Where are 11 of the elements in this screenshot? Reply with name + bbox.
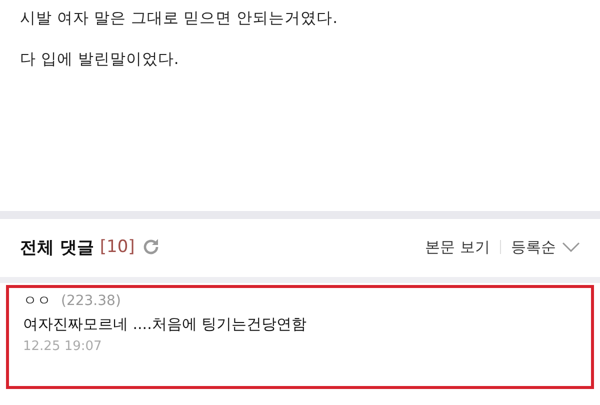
comments-title: 전체 댓글 <box>20 236 94 258</box>
comment-author: ㅇㅇ <box>23 292 51 310</box>
comment-ip: (223.38) <box>61 293 121 309</box>
comment-time: 12.25 19:07 <box>23 339 103 354</box>
post-text: 다 입에 발린말이었다. <box>20 49 180 70</box>
post-text: 시발 여자 말은 그대로 믿으면 안되는거였다. <box>20 8 339 29</box>
comment-count: [10] <box>100 237 135 257</box>
sort-dropdown[interactable]: 등록순 <box>511 238 580 256</box>
chevron-down-icon <box>562 242 580 252</box>
comment-text: 여자진짜모르네 ....처음에 팅기는건당연함 <box>23 315 308 334</box>
view-post-link[interactable]: 본문 보기 <box>425 238 490 256</box>
